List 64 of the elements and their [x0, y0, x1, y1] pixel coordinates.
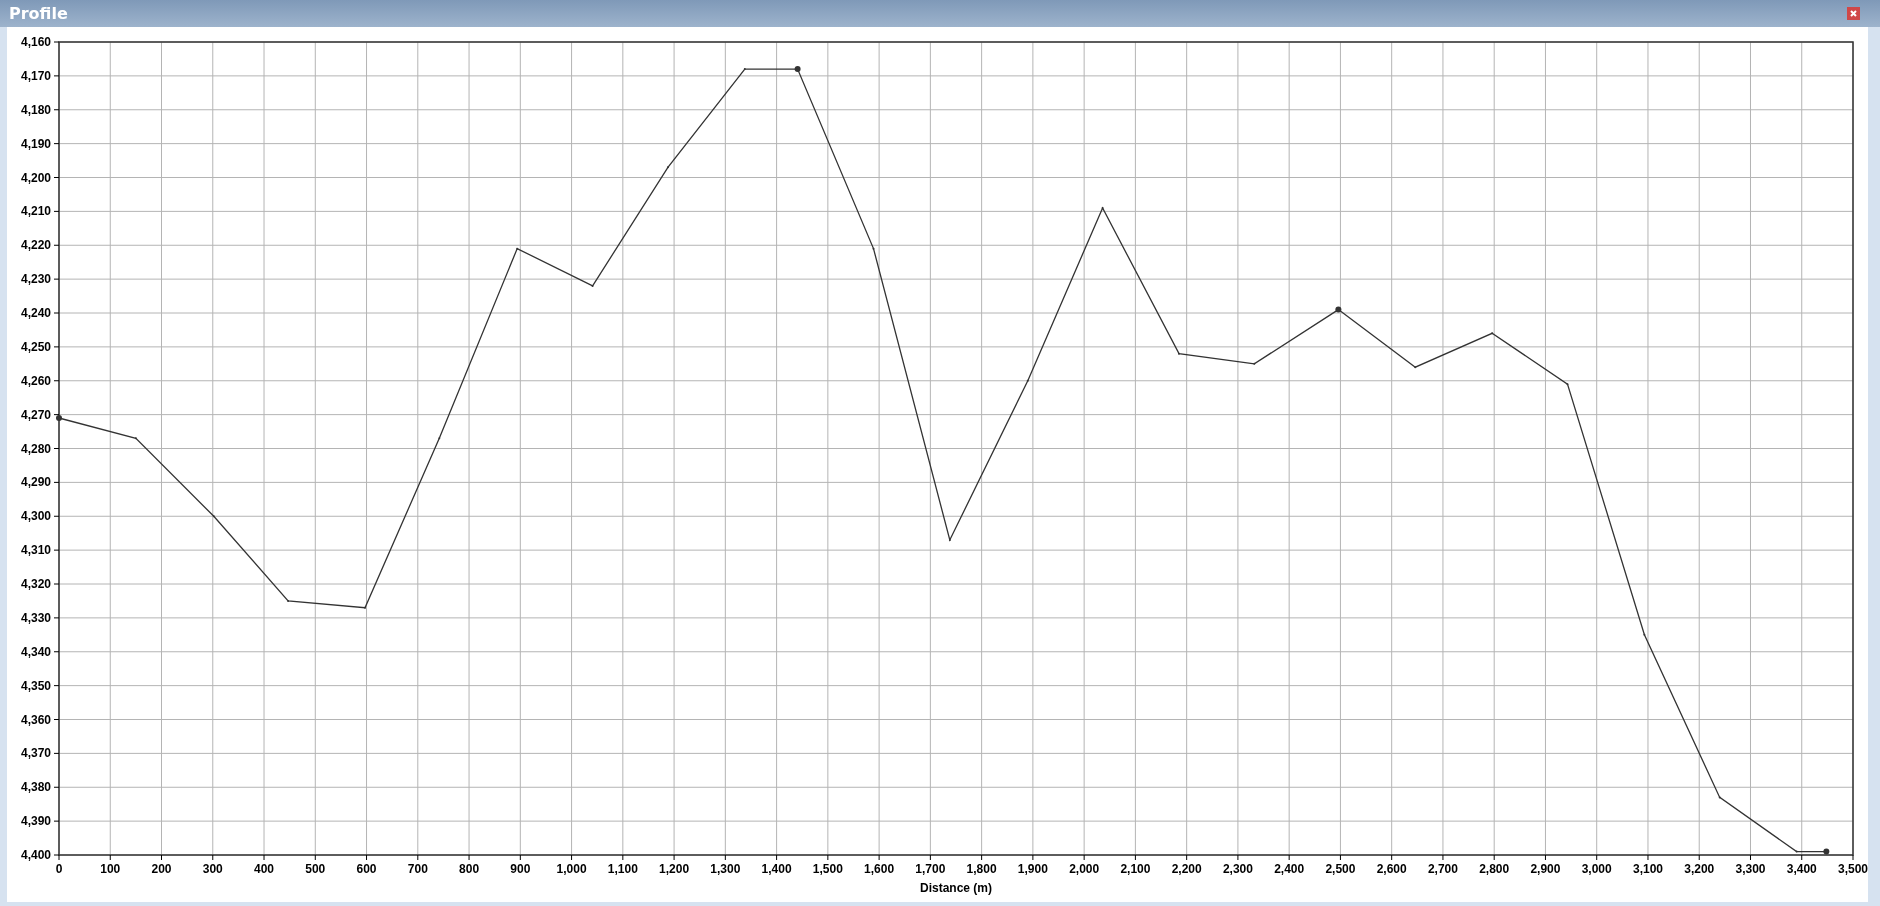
x-tick-label: 100: [100, 862, 121, 876]
x-tick-label: 1,200: [659, 862, 690, 876]
x-tick-label: 2,200: [1171, 862, 1202, 876]
y-tick-label: 4,160: [20, 35, 51, 49]
y-tick-label: 4,330: [20, 610, 51, 625]
y-tick-label: 4,360: [20, 712, 51, 727]
x-tick-label: 1,400: [761, 862, 792, 876]
y-tick-label: 4,380: [20, 780, 51, 795]
y-tick-label: 4,290: [20, 475, 51, 490]
y-tick-label: 4,350: [20, 678, 51, 693]
x-tick-label: 1,600: [864, 862, 895, 876]
x-tick-label: 600: [356, 862, 377, 876]
y-tick-label: 4,310: [20, 543, 51, 558]
x-tick-label: 2,800: [1479, 862, 1510, 876]
close-icon[interactable]: [1847, 7, 1860, 20]
y-tick-label: 4,170: [20, 68, 51, 83]
y-tick-label: 4,400: [20, 848, 51, 862]
x-tick-label: 3,500: [1838, 862, 1868, 876]
x-tick-label: 1,900: [1017, 862, 1048, 876]
x-tick-label: 0: [55, 862, 63, 876]
y-tick-label: 4,260: [20, 373, 51, 388]
y-tick-label: 4,340: [20, 644, 51, 659]
x-tick-label: 300: [202, 862, 223, 876]
x-tick-label: 800: [459, 862, 480, 876]
y-tick-label: 4,180: [20, 102, 51, 117]
y-tick-label: 4,370: [20, 746, 51, 761]
x-tick-label: 2,600: [1376, 862, 1407, 876]
x-tick-label: 3,400: [1786, 862, 1817, 876]
x-tick-label: 2,000: [1069, 862, 1100, 876]
x-tick-label: 2,500: [1325, 862, 1356, 876]
x-tick-label: 200: [151, 862, 172, 876]
y-tick-label: 4,280: [20, 441, 51, 456]
x-tick-label: 2,700: [1427, 862, 1458, 876]
x-tick-label: 900: [510, 862, 531, 876]
y-tick-label: 4,230: [20, 272, 51, 287]
y-tick-label: 4,200: [20, 170, 51, 185]
y-tick-label: 4,190: [20, 136, 51, 151]
x-tick-label: 2,300: [1222, 862, 1253, 876]
x-tick-label: 1,100: [607, 862, 638, 876]
y-tick-label: 4,210: [20, 204, 51, 219]
window-title: Profile: [9, 4, 68, 23]
x-tick-label: 1,000: [556, 862, 587, 876]
x-tick-label: 400: [254, 862, 275, 876]
x-tick-label: 700: [407, 862, 428, 876]
x-axis-title: Distance (m): [920, 881, 992, 895]
x-tick-label: 1,300: [710, 862, 741, 876]
y-tick-label: 4,240: [20, 306, 51, 320]
x-tick-label: 2,400: [1274, 862, 1305, 876]
x-tick-label: 3,200: [1684, 862, 1715, 876]
y-tick-label: 4,220: [20, 238, 51, 253]
x-tick-label: 1,800: [966, 862, 997, 876]
y-tick-label: 4,390: [20, 814, 51, 829]
x-tick-label: 1,500: [812, 862, 843, 876]
x-tick-label: 3,000: [1581, 862, 1612, 876]
y-tick-label: 4,270: [20, 407, 51, 422]
x-tick-label: 2,900: [1530, 862, 1561, 876]
y-tick-label: 4,320: [20, 577, 51, 591]
x-tick-label: 2,100: [1120, 862, 1151, 876]
y-tick-label: 4,250: [20, 339, 51, 354]
x-tick-label: 3,300: [1735, 862, 1766, 876]
y-tick-label: 4,300: [20, 509, 51, 524]
x-tick-label: 3,100: [1632, 862, 1663, 876]
x-tick-label: 500: [305, 862, 326, 876]
x-tick-label: 1,700: [915, 862, 946, 876]
